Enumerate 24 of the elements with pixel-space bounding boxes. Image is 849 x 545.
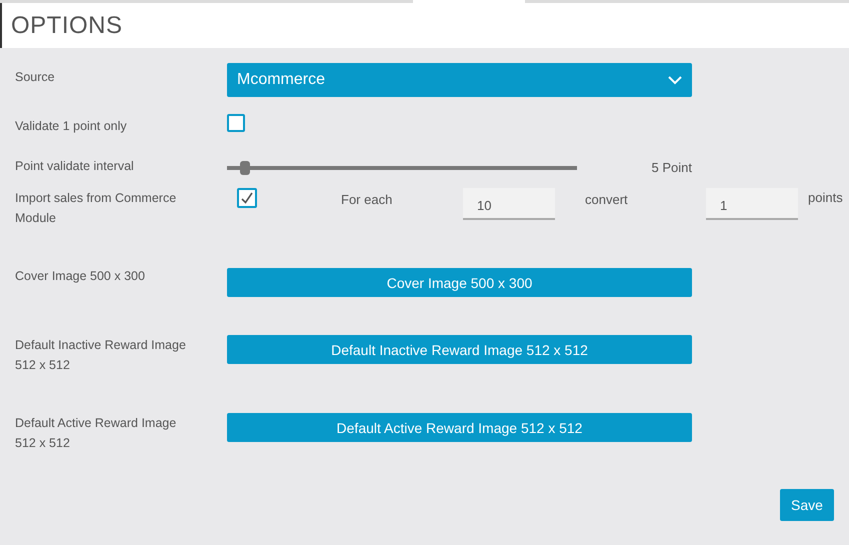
upload-button[interactable]: Default Inactive Reward Image 512 x 512 xyxy=(227,335,692,364)
save-button[interactable]: Save xyxy=(780,489,834,521)
field-label: For each xyxy=(341,191,394,209)
upload-button[interactable]: Cover Image 500 x 300 xyxy=(227,268,692,297)
checkmark-icon xyxy=(240,191,254,205)
input-field[interactable]: 1 xyxy=(706,188,798,220)
field-label: Default Inactive Reward Image 512 x 512 xyxy=(15,337,187,374)
page-title: OPTIONS xyxy=(11,12,123,40)
field-label: Default Active Reward Image 512 x 512 xyxy=(15,415,178,452)
chevron-icon xyxy=(668,76,682,84)
field-label: Import sales from Commerce Module xyxy=(15,190,178,227)
input-field[interactable]: 10 xyxy=(463,188,555,220)
slider-value: 5 Point xyxy=(650,160,692,175)
slider-thumb[interactable] xyxy=(240,161,250,175)
upload-button[interactable]: Default Active Reward Image 512 x 512 xyxy=(227,413,692,442)
field-label: Point validate interval xyxy=(15,158,135,175)
field-label: Source xyxy=(15,69,56,86)
checkbox[interactable] xyxy=(227,114,245,132)
checkbox[interactable] xyxy=(237,188,257,208)
field-label: points xyxy=(808,189,843,207)
field-label: Validate 1 point only xyxy=(15,118,128,135)
source-dropdown[interactable]: Mcommerce xyxy=(227,63,692,97)
field-label: convert xyxy=(585,191,629,209)
field-label: Cover Image 500 x 300 xyxy=(15,268,146,285)
